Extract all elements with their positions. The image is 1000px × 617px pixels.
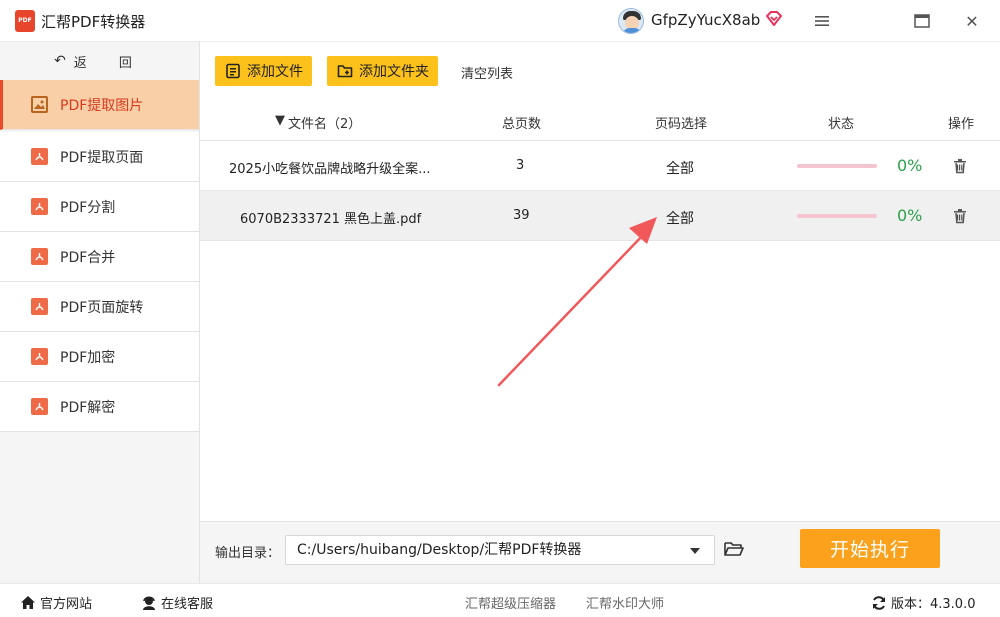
sidebar-item-split[interactable]: PDF分割 (0, 182, 199, 232)
pdf-icon (31, 398, 48, 415)
version-info[interactable]: 版本：4.3.0.0 (871, 593, 975, 612)
sidebar-item-decrypt[interactable]: PDF解密 (0, 382, 199, 432)
back-button[interactable]: ↶ 返 回 (0, 42, 200, 80)
page-count: 3 (516, 158, 525, 173)
customer-service-icon (143, 596, 155, 610)
sidebar-item-merge[interactable]: PDF合并 (0, 232, 199, 282)
home-icon (21, 596, 35, 609)
file-name: 6070B2333721 黑色上盖.pdf (240, 212, 422, 227)
output-bar: 输出目录： C:/Users/huibang/Desktop/汇帮PDF转换器 … (200, 521, 1000, 583)
refresh-icon (873, 595, 885, 610)
app-title: 汇帮PDF转换器 (41, 13, 146, 31)
close-icon[interactable]: ✕ (961, 10, 983, 32)
table-row-selected[interactable]: 6070B2333721 黑色上盖.pdf 39 全部 0% (200, 191, 1000, 241)
column-status: 状态 (828, 117, 855, 132)
vip-diamond-icon[interactable] (764, 9, 784, 29)
sidebar-item-encrypt[interactable]: PDF加密 (0, 332, 199, 382)
add-folder-button[interactable]: 添加文件夹 (327, 56, 438, 86)
maximize-icon[interactable] (911, 10, 933, 32)
sidebar-item-label: PDF提取图片 (60, 98, 144, 114)
column-pages: 总页数 (502, 117, 542, 132)
online-service-link[interactable]: 在线客服 (141, 593, 213, 612)
back-label: 返 回 (73, 55, 146, 71)
page-select-dropdown[interactable]: 全部 (666, 208, 694, 228)
clear-list-button[interactable]: 清空列表 (461, 63, 513, 82)
back-arrow-icon: ↶ (54, 53, 66, 69)
add-file-button[interactable]: 添加文件 (215, 56, 312, 86)
progress-bar (797, 214, 877, 218)
image-icon (31, 96, 48, 113)
column-filename[interactable]: 文件名（2） (288, 113, 361, 132)
pdf-icon (31, 248, 48, 265)
pdf-icon (31, 348, 48, 365)
online-service-label: 在线客服 (161, 597, 214, 612)
pdf-icon (31, 298, 48, 315)
menu-icon[interactable] (811, 10, 833, 32)
progress-bar (797, 164, 877, 168)
trash-icon[interactable] (952, 158, 968, 174)
sidebar-item-label: PDF提取页面 (60, 150, 144, 166)
add-folder-icon (337, 65, 353, 78)
sort-down-icon[interactable]: ▼ (275, 113, 285, 128)
footer: 官方网站 在线客服 汇帮超级压缩器 汇帮水印大师 版本：4.3.0.0 (0, 583, 1000, 617)
sidebar-item-rotate[interactable]: PDF页面旋转 (0, 282, 199, 332)
sidebar-item-label: PDF合并 (60, 250, 116, 266)
watermark-link[interactable]: 汇帮水印大师 (586, 593, 664, 612)
progress-percent: 0% (897, 156, 923, 175)
sidebar: ↶ 返 回 PDF提取图片 PDF提取页面 PDF分割 PDF合并 PDF页面旋… (0, 42, 200, 583)
app-logo-icon: PDF (15, 10, 35, 32)
user-avatar[interactable] (618, 8, 644, 34)
file-list-icon (226, 63, 240, 79)
sidebar-item-label: PDF分割 (60, 200, 116, 216)
page-count: 39 (513, 208, 530, 223)
pdf-icon (31, 198, 48, 215)
chevron-down-icon (690, 548, 700, 554)
add-folder-label: 添加文件夹 (359, 64, 429, 80)
sidebar-item-label: PDF页面旋转 (60, 300, 144, 316)
compressor-link[interactable]: 汇帮超级压缩器 (465, 593, 556, 612)
output-path-select[interactable]: C:/Users/huibang/Desktop/汇帮PDF转换器 (285, 535, 715, 565)
trash-icon[interactable] (952, 208, 968, 224)
add-file-label: 添加文件 (247, 64, 303, 80)
version-label: 版本：4.3.0.0 (891, 597, 976, 612)
official-website-link[interactable]: 官方网站 (20, 593, 92, 612)
table-row[interactable]: 2025小吃餐饮品牌战略升级全案... 3 全部 0% (200, 141, 1000, 191)
sidebar-item-extract-pages[interactable]: PDF提取页面 (0, 132, 199, 182)
output-dir-label: 输出目录： (215, 546, 281, 561)
username[interactable]: GfpZyYucX8ab (651, 11, 760, 29)
sidebar-item-label: PDF加密 (60, 350, 116, 366)
output-path-value: C:/Users/huibang/Desktop/汇帮PDF转换器 (297, 542, 582, 558)
column-action: 操作 (948, 117, 975, 132)
open-folder-icon[interactable] (723, 539, 745, 559)
file-table-header: ▼ 文件名（2） 总页数 页码选择 状态 操作 (200, 100, 1000, 141)
page-select-dropdown[interactable]: 全部 (666, 158, 694, 178)
sidebar-item-extract-images[interactable]: PDF提取图片 (0, 80, 199, 130)
column-page-select: 页码选择 (655, 117, 708, 132)
title-bar: PDF 汇帮PDF转换器 GfpZyYucX8ab ✕ (0, 0, 1000, 42)
start-button[interactable]: 开始执行 (800, 529, 940, 568)
official-website-label: 官方网站 (40, 597, 93, 612)
progress-percent: 0% (897, 206, 923, 225)
sidebar-item-label: PDF解密 (60, 400, 116, 416)
pdf-icon (31, 148, 48, 165)
file-name: 2025小吃餐饮品牌战略升级全案... (229, 162, 431, 177)
